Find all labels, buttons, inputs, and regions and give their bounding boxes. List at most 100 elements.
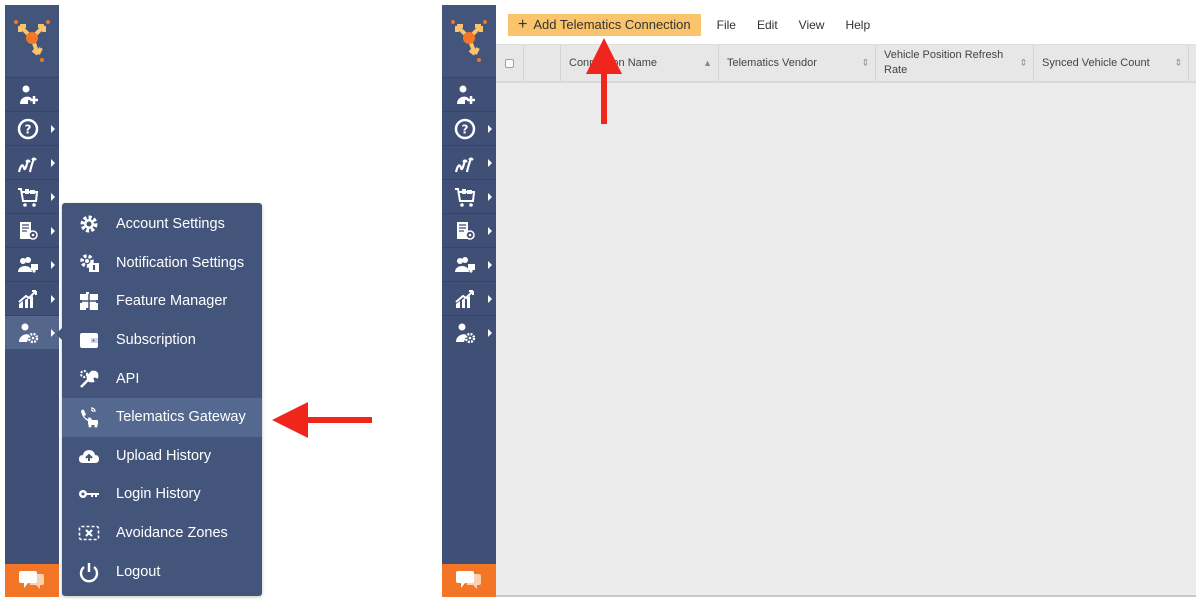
menu-item-label: Account Settings	[116, 216, 225, 233]
wrench-icon	[80, 369, 99, 388]
add-button-label: Add Telematics Connection	[533, 17, 691, 32]
sidebar-item-orders[interactable]	[442, 179, 496, 213]
cart-icon	[455, 187, 476, 207]
actions-column-header	[524, 45, 561, 81]
sidebar-item-address-book[interactable]	[442, 213, 496, 247]
chat-button[interactable]	[5, 564, 59, 597]
sidebar-item-analytics[interactable]	[5, 281, 59, 315]
menu-edit[interactable]: Edit	[753, 18, 782, 32]
submenu-caret-icon	[51, 159, 55, 167]
menu-item-label: Login History	[116, 486, 201, 503]
avoidance-zone-icon	[78, 525, 100, 541]
app-logo[interactable]	[5, 5, 59, 77]
menu-help[interactable]: Help	[841, 18, 874, 32]
help-icon: ?	[17, 118, 39, 139]
column-header-synced-vehicle-count[interactable]: Synced Vehicle Count ⇕	[1034, 45, 1189, 81]
team-vehicle-icon	[18, 256, 38, 273]
sidebar-item-settings[interactable]	[442, 315, 496, 349]
menu-item-account-settings[interactable]: Account Settings	[62, 205, 262, 244]
gear-icon	[80, 215, 98, 233]
sidebar-item-settings[interactable]	[5, 315, 59, 349]
chat-icon	[19, 570, 44, 589]
chat-icon	[456, 570, 481, 589]
annotation-arrow-left	[272, 402, 372, 438]
sidebar-item-routes[interactable]	[5, 145, 59, 179]
tutorial-screenshot: ? Account Settings Notification Settings…	[0, 0, 1200, 604]
wallet-icon	[80, 333, 98, 349]
sidebar-item-analytics[interactable]	[442, 281, 496, 315]
sort-icon: ⇕	[861, 57, 869, 68]
analytics-icon	[455, 289, 474, 308]
sort-icon: ⇕	[1019, 57, 1027, 68]
submenu-caret-icon	[51, 329, 55, 337]
sidebar-item-add-user[interactable]	[442, 77, 496, 111]
column-header-telematics-vendor[interactable]: Telematics Vendor ⇕	[719, 45, 876, 81]
menu-item-label: API	[116, 370, 140, 387]
sidebar-item-help[interactable]: ?	[442, 111, 496, 145]
menu-item-label: Feature Manager	[116, 293, 228, 310]
submenu-caret-icon	[51, 125, 55, 133]
submenu-caret-icon	[51, 193, 55, 201]
menu-item-label: Subscription	[116, 332, 196, 349]
submenu-caret-icon	[51, 261, 55, 269]
help-icon: ?	[454, 118, 476, 139]
chat-button[interactable]	[442, 564, 496, 597]
menu-item-logout[interactable]: Logout	[62, 552, 262, 591]
team-vehicle-icon	[455, 256, 475, 273]
sidebar-item-add-user[interactable]	[5, 77, 59, 111]
submenu-caret-icon	[51, 227, 55, 235]
plus-icon: +	[518, 15, 528, 33]
sidebar-item-team[interactable]	[5, 247, 59, 281]
settings-submenu: Account Settings Notification Settings F…	[56, 203, 262, 596]
menu-item-feature-manager[interactable]: Feature Manager	[62, 282, 262, 321]
address-book-icon	[457, 221, 475, 240]
column-header-refresh-rate[interactable]: Vehicle Position Refresh Rate ⇕	[876, 45, 1034, 81]
menu-item-label: Telematics Gateway	[116, 409, 246, 426]
menu-item-label: Avoidance Zones	[116, 525, 228, 542]
route4me-logo-icon	[14, 20, 50, 62]
notification-settings-icon	[80, 254, 99, 272]
menu-item-label: Logout	[116, 563, 161, 580]
sidebar-item-address-book[interactable]	[5, 213, 59, 247]
menu-item-login-history[interactable]: Login History	[62, 475, 262, 514]
menu-item-api[interactable]: API	[62, 359, 262, 398]
select-all-cell	[496, 45, 524, 81]
svg-text:?: ?	[462, 122, 469, 136]
submenu-caret-icon	[488, 295, 492, 303]
submenu-caret-icon	[488, 227, 492, 235]
submenu-caret-icon	[488, 159, 492, 167]
menu-item-avoidance-zones[interactable]: Avoidance Zones	[62, 514, 262, 553]
cloud-upload-icon	[79, 449, 99, 463]
routes-icon	[454, 156, 474, 172]
puzzle-icon	[80, 292, 98, 311]
sidebar-item-orders[interactable]	[5, 179, 59, 213]
menu-item-upload-history[interactable]: Upload History	[62, 437, 262, 476]
select-all-checkbox[interactable]	[505, 58, 514, 68]
power-icon	[79, 562, 99, 583]
sidebar-item-help[interactable]: ?	[5, 111, 59, 145]
main-sidebar: ?	[5, 5, 59, 597]
menu-view[interactable]: View	[795, 18, 829, 32]
submenu-caret-icon	[51, 295, 55, 303]
submenu-caret-icon	[488, 261, 492, 269]
user-settings-icon	[456, 323, 476, 343]
menu-item-telematics-gateway[interactable]: Telematics Gateway	[62, 397, 262, 437]
key-icon	[79, 490, 99, 499]
sort-icon: ⇕	[1174, 57, 1182, 68]
menu-item-notification-settings[interactable]: Notification Settings	[62, 244, 262, 283]
menu-item-label: Notification Settings	[116, 254, 245, 271]
menu-file[interactable]: File	[713, 18, 740, 32]
sidebar-item-team[interactable]	[442, 247, 496, 281]
app-logo[interactable]	[442, 5, 496, 77]
sidebar-item-routes[interactable]	[442, 145, 496, 179]
sort-asc-icon: ▲	[703, 58, 712, 68]
route4me-logo-icon	[451, 20, 487, 62]
menu-item-label: Upload History	[116, 447, 212, 464]
cart-icon	[18, 187, 39, 207]
add-telematics-connection-button[interactable]: + Add Telematics Connection	[508, 13, 701, 36]
menu-item-subscription[interactable]: Subscription	[62, 321, 262, 360]
main-sidebar: ?	[442, 5, 496, 597]
svg-text:?: ?	[25, 122, 32, 136]
annotation-arrow-up	[586, 38, 622, 124]
submenu-caret-icon	[488, 329, 492, 337]
